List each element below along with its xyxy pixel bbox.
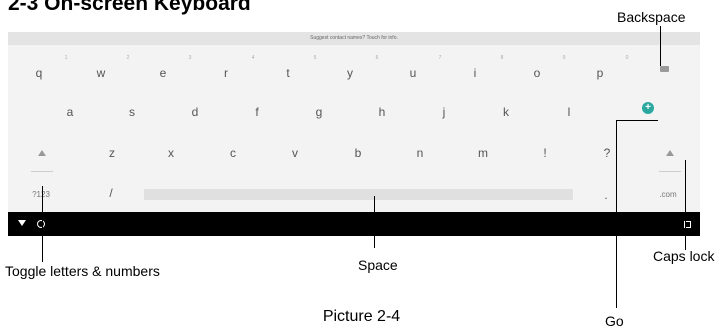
key-hint-9: 9	[562, 55, 566, 61]
key-v[interactable]: v	[285, 146, 305, 160]
key-r[interactable]: r	[216, 66, 236, 80]
key-hint-7: 7	[438, 55, 442, 61]
key-d[interactable]: d	[185, 105, 205, 119]
key-g[interactable]: g	[309, 105, 329, 119]
key-n[interactable]: n	[410, 146, 430, 160]
caps-lock-callout: Caps lock	[653, 248, 715, 264]
key-k[interactable]: k	[496, 105, 516, 119]
go-leader-vertical	[616, 120, 617, 308]
caps-lock-leader	[685, 160, 686, 250]
suggestion-bar[interactable]: Suggest contact names? Touch for info.	[8, 32, 700, 45]
key-p[interactable]: p	[590, 66, 610, 80]
dotcom-key[interactable]: .com	[653, 188, 683, 202]
key-e[interactable]: e	[153, 66, 173, 80]
shift-icon-right[interactable]	[666, 150, 674, 156]
go-leader-horizontal	[616, 120, 658, 121]
key-i[interactable]: i	[465, 66, 485, 80]
key-hint-1: 1	[64, 55, 68, 61]
key-hint-5: 5	[313, 55, 317, 61]
key-period[interactable]: .	[596, 188, 616, 202]
key-hint-8: 8	[500, 55, 504, 61]
key-f[interactable]: f	[247, 105, 267, 119]
toggle-leader	[42, 186, 43, 262]
symbols-key[interactable]: ?123	[26, 188, 56, 202]
key-o[interactable]: o	[527, 66, 547, 80]
shift-icon[interactable]	[38, 150, 46, 156]
key-j[interactable]: j	[434, 105, 454, 119]
space-callout: Space	[358, 257, 398, 273]
backspace-icon[interactable]	[660, 66, 669, 72]
shift-underline	[31, 171, 53, 172]
space-leader	[374, 196, 375, 248]
key-q[interactable]: q	[29, 66, 49, 80]
backspace-leader	[660, 26, 661, 66]
on-screen-keyboard: Suggest contact names? Touch for info. q…	[8, 32, 700, 212]
navigation-bar	[8, 212, 700, 236]
key-b[interactable]: b	[348, 146, 368, 160]
key-hint-6: 6	[375, 55, 379, 61]
picture-caption: Picture 2-4	[322, 308, 401, 325]
section-heading: 2-3 On-screen Keyboard	[8, 0, 251, 15]
key-slash[interactable]: /	[101, 186, 121, 200]
nav-home-icon[interactable]	[37, 220, 45, 228]
key-m[interactable]: m	[473, 146, 493, 160]
shift-underline-right	[659, 171, 681, 172]
key-c[interactable]: c	[223, 146, 243, 160]
go-icon[interactable]: +	[642, 102, 654, 114]
key-hint-3: 3	[188, 55, 192, 61]
key-s[interactable]: s	[122, 105, 142, 119]
key-hint-0: 0	[625, 55, 629, 61]
key-l[interactable]: l	[559, 105, 579, 119]
key-exclamation[interactable]: !	[535, 146, 555, 160]
key-w[interactable]: w	[91, 66, 111, 80]
key-question[interactable]: ?	[597, 146, 617, 160]
key-z[interactable]: z	[102, 146, 122, 160]
key-a[interactable]: a	[60, 105, 80, 119]
key-h[interactable]: h	[372, 105, 392, 119]
backspace-callout: Backspace	[617, 9, 686, 25]
key-hint-2: 2	[126, 55, 130, 61]
space-bar[interactable]	[144, 189, 573, 200]
key-u[interactable]: u	[403, 66, 423, 80]
toggle-callout: Toggle letters & numbers	[5, 263, 160, 279]
key-hint-4: 4	[251, 55, 255, 61]
key-x[interactable]: x	[161, 146, 181, 160]
nav-back-icon[interactable]	[18, 220, 26, 226]
key-t[interactable]: t	[278, 66, 298, 80]
key-y[interactable]: y	[340, 66, 360, 80]
